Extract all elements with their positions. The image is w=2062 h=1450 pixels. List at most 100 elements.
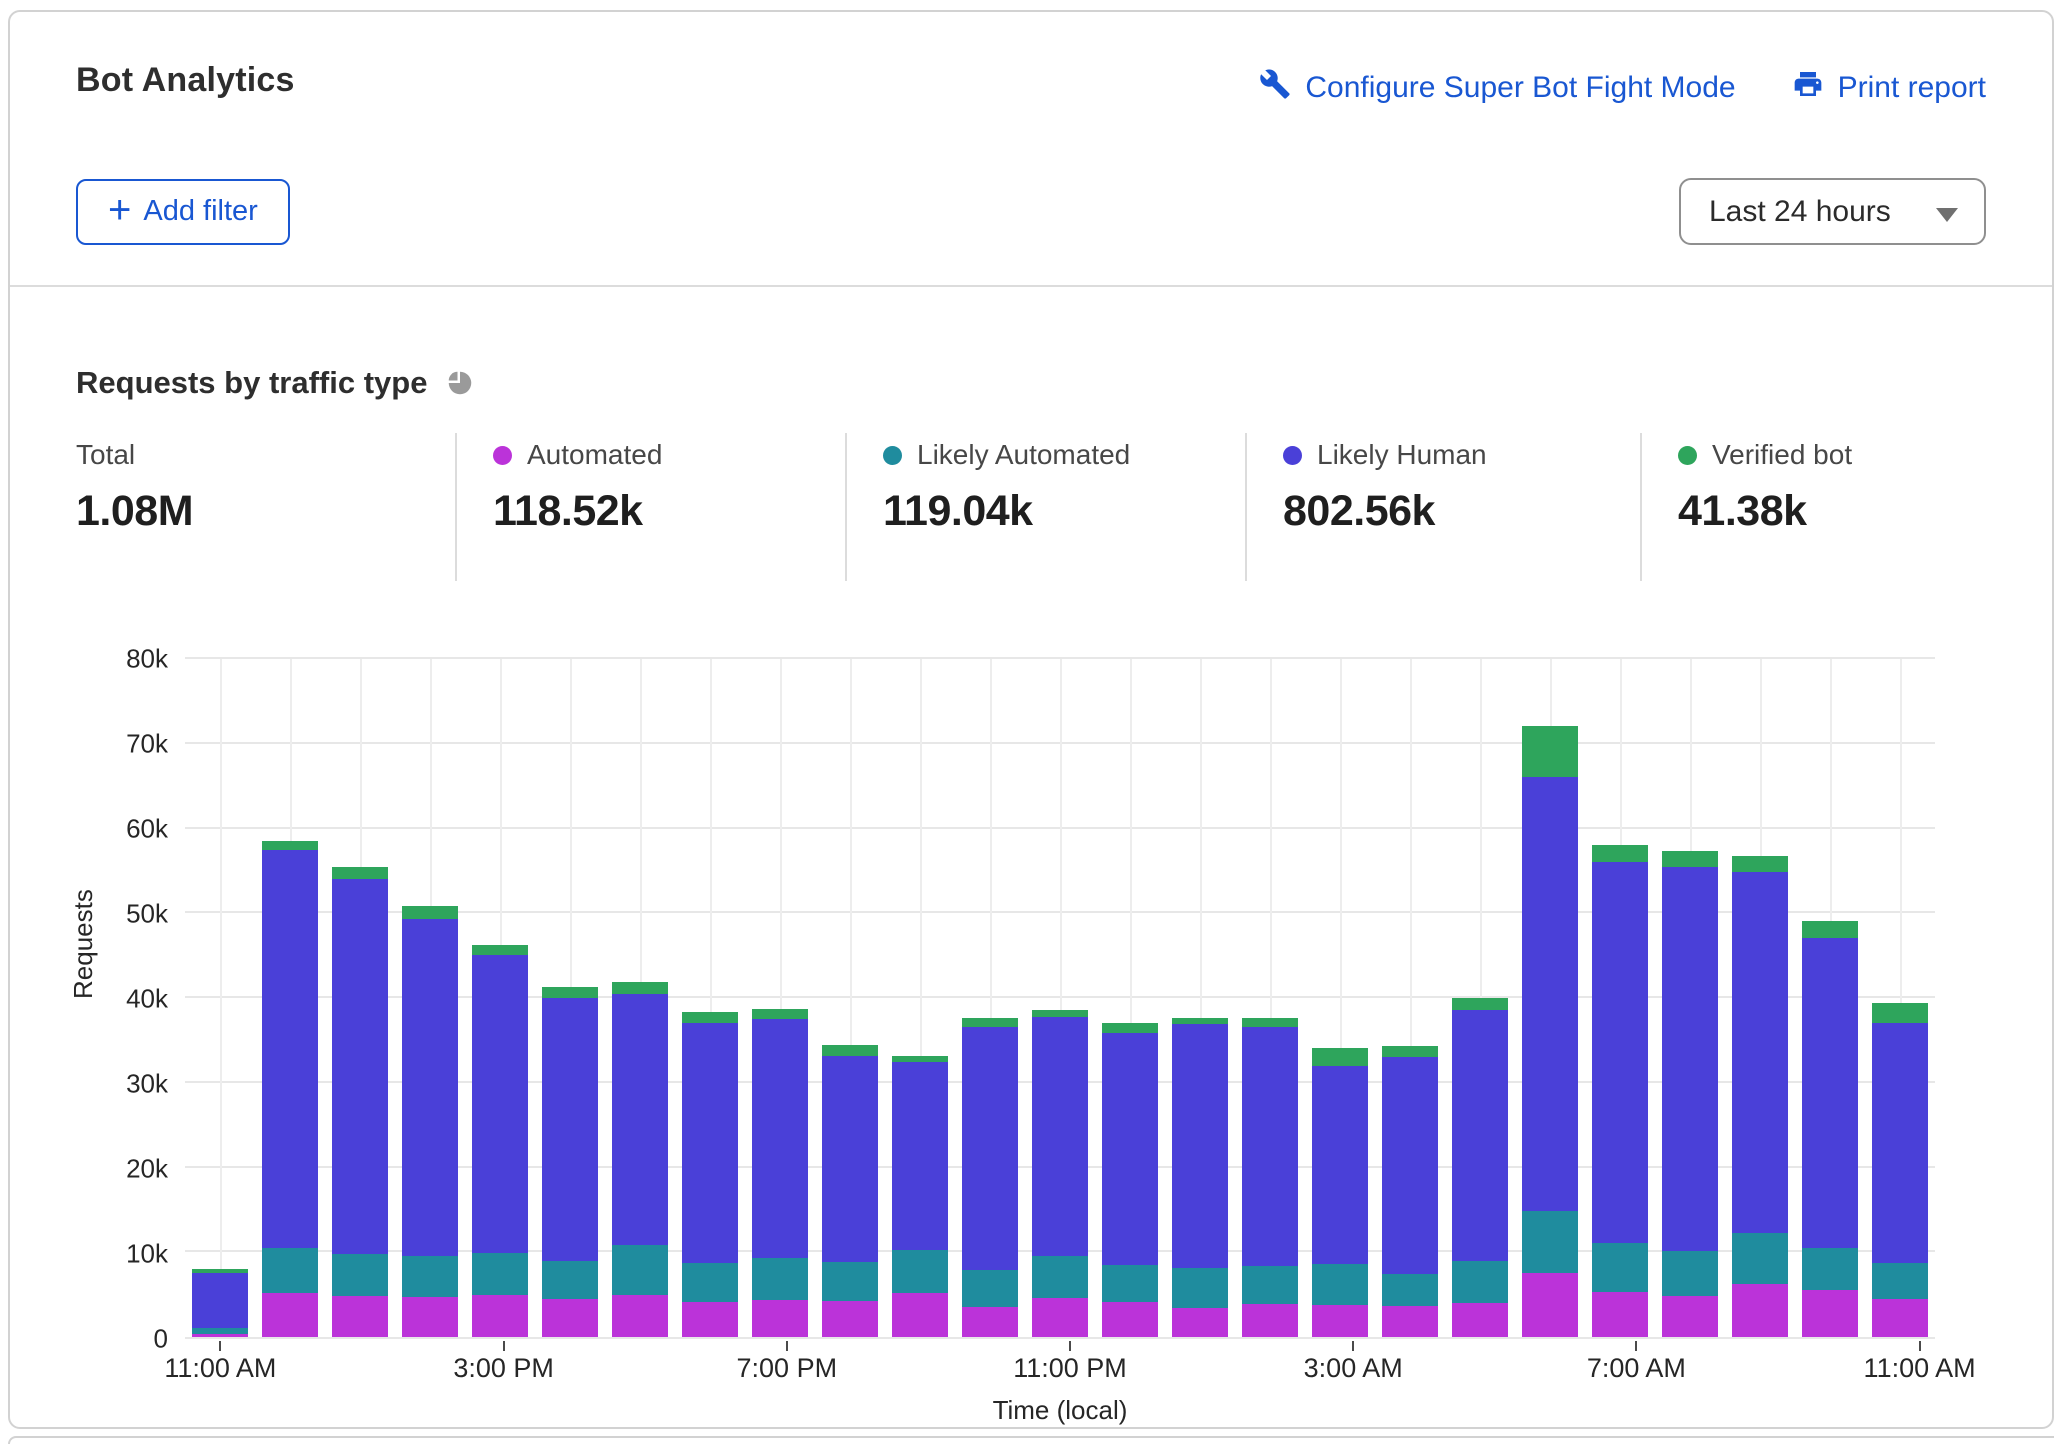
stacked-bar-600am	[1522, 726, 1577, 1337]
y-tick-label: 70k	[126, 729, 168, 760]
y-axis: 010k20k30k40k50k60k70k80k	[10, 659, 176, 1339]
page-title: Bot Analytics	[76, 60, 295, 100]
stacked-bar-900pm	[892, 1056, 947, 1337]
bar-segment-likely-human	[1242, 1027, 1297, 1266]
bar-segment-automated	[402, 1297, 457, 1337]
bar-segment-verified-bot	[962, 1018, 1017, 1026]
x-tick-label: 11:00 AM	[1864, 1353, 1976, 1384]
add-filter-button[interactable]: + Add filter	[76, 179, 290, 245]
bar-segment-verified-bot	[472, 945, 527, 954]
stacked-bar-700am	[1592, 845, 1647, 1337]
bar-segment-verified-bot	[542, 987, 597, 998]
bar-segment-likely-automated	[682, 1263, 737, 1302]
stacked-bar-1000pm	[962, 1018, 1017, 1337]
x-tick	[786, 1341, 788, 1351]
x-tick-label: 7:00 AM	[1587, 1353, 1686, 1384]
stacked-bar-500pm	[612, 982, 667, 1337]
stat-label: Total	[76, 439, 135, 471]
stacked-bar-1200pm	[262, 841, 317, 1337]
bar-segment-likely-human	[1872, 1023, 1927, 1263]
bar-segment-likely-human	[542, 998, 597, 1261]
bar-segment-automated	[1522, 1273, 1577, 1337]
bar-segment-verified-bot	[1592, 845, 1647, 861]
bar-segment-likely-human	[1032, 1017, 1087, 1256]
stacked-bar-100am	[1172, 1018, 1227, 1337]
y-tick-label: 20k	[126, 1154, 168, 1185]
bar-segment-likely-human	[822, 1056, 877, 1263]
x-tick	[1069, 1341, 1071, 1351]
pie-chart-icon	[445, 368, 475, 398]
stat-label: Verified bot	[1712, 439, 1852, 471]
bar-segment-likely-human	[1662, 867, 1717, 1251]
stat-value: 1.08M	[76, 487, 455, 536]
x-tick-label: 11:00 AM	[164, 1353, 276, 1384]
verified-bot-dot	[1678, 446, 1697, 465]
stacked-bar-300am	[1312, 1048, 1367, 1337]
bar-segment-verified-bot	[262, 841, 317, 849]
print-report-link[interactable]: Print report	[1792, 68, 1986, 108]
bar-segment-verified-bot	[1102, 1023, 1157, 1032]
bar-segment-likely-automated	[1802, 1248, 1857, 1290]
stacked-bar-1200am	[1102, 1023, 1157, 1337]
configure-super-bot-fight-mode-link[interactable]: Configure Super Bot Fight Mode	[1259, 68, 1735, 108]
bar-segment-automated	[962, 1307, 1017, 1337]
bar-segment-automated	[752, 1300, 807, 1337]
bot-analytics-card: Bot Analytics Configure Super Bot Fight …	[8, 10, 2054, 1429]
bar-segment-likely-automated	[1732, 1233, 1787, 1284]
stacked-bar-200pm	[402, 906, 457, 1337]
bar-segment-verified-bot	[1312, 1048, 1367, 1066]
bar-segment-automated	[1592, 1292, 1647, 1337]
requests-chart: Requests 010k20k30k40k50k60k70k80k 11:00…	[10, 581, 2052, 1427]
bar-segment-verified-bot	[1802, 921, 1857, 938]
bar-segment-verified-bot	[1032, 1010, 1087, 1017]
stat-label: Automated	[527, 439, 662, 471]
stacked-bar-1000am	[1802, 921, 1857, 1337]
bar-segment-automated	[262, 1293, 317, 1337]
bar-segment-likely-automated	[1102, 1265, 1157, 1302]
stat-label: Likely Automated	[917, 439, 1130, 471]
y-tick-label: 30k	[126, 1069, 168, 1100]
bar-segment-verified-bot	[1522, 726, 1577, 777]
bar-segment-automated	[1312, 1305, 1367, 1337]
stat-verified-bot: Verified bot 41.38k	[1640, 433, 1986, 581]
printer-icon	[1792, 68, 1824, 108]
time-range-select[interactable]: Last 24 hours	[1679, 178, 1986, 245]
bar-segment-likely-human	[612, 994, 667, 1245]
bar-segment-likely-human	[192, 1273, 247, 1327]
time-range-value: Last 24 hours	[1709, 195, 1891, 229]
bar-segment-likely-automated	[892, 1250, 947, 1293]
bar-segment-automated	[1452, 1303, 1507, 1337]
x-tick-label: 3:00 PM	[453, 1353, 554, 1384]
bar-segment-likely-automated	[402, 1256, 457, 1297]
add-filter-label: Add filter	[143, 195, 257, 228]
bar-segment-automated	[1802, 1290, 1857, 1337]
stacked-bar-800am	[1662, 851, 1717, 1337]
bar-segment-verified-bot	[822, 1045, 877, 1055]
bar-segment-likely-automated	[612, 1245, 667, 1296]
bar-segment-automated	[1172, 1308, 1227, 1337]
bar-segment-likely-automated	[542, 1261, 597, 1299]
bar-segment-likely-automated	[332, 1254, 387, 1296]
bar-segment-likely-human	[1312, 1066, 1367, 1264]
bar-segment-likely-human	[1802, 938, 1857, 1248]
y-tick-label: 0	[154, 1324, 168, 1355]
bar-segment-likely-human	[892, 1062, 947, 1249]
plus-icon: +	[108, 190, 131, 230]
x-tick-label: 11:00 PM	[1013, 1353, 1127, 1384]
bar-segment-verified-bot	[1732, 856, 1787, 871]
stacked-bar-900am	[1732, 856, 1787, 1337]
bar-segment-likely-automated	[752, 1258, 807, 1300]
bar-segment-likely-human	[1732, 872, 1787, 1233]
x-tick	[1919, 1341, 1921, 1351]
bar-segment-likely-automated	[1312, 1264, 1367, 1305]
stacked-bar-300pm	[472, 945, 527, 1337]
y-tick-label: 40k	[126, 984, 168, 1015]
stacked-bar-400pm	[542, 987, 597, 1337]
bar-segment-likely-automated	[472, 1253, 527, 1295]
bar-segment-verified-bot	[1872, 1003, 1927, 1023]
bar-segment-automated	[612, 1295, 667, 1337]
bar-segment-likely-human	[1382, 1057, 1437, 1274]
x-tick	[219, 1341, 221, 1351]
traffic-type-stats: Total 1.08M Automated 118.52k Likely Aut…	[76, 433, 1986, 581]
bar-segment-automated	[1242, 1304, 1297, 1337]
